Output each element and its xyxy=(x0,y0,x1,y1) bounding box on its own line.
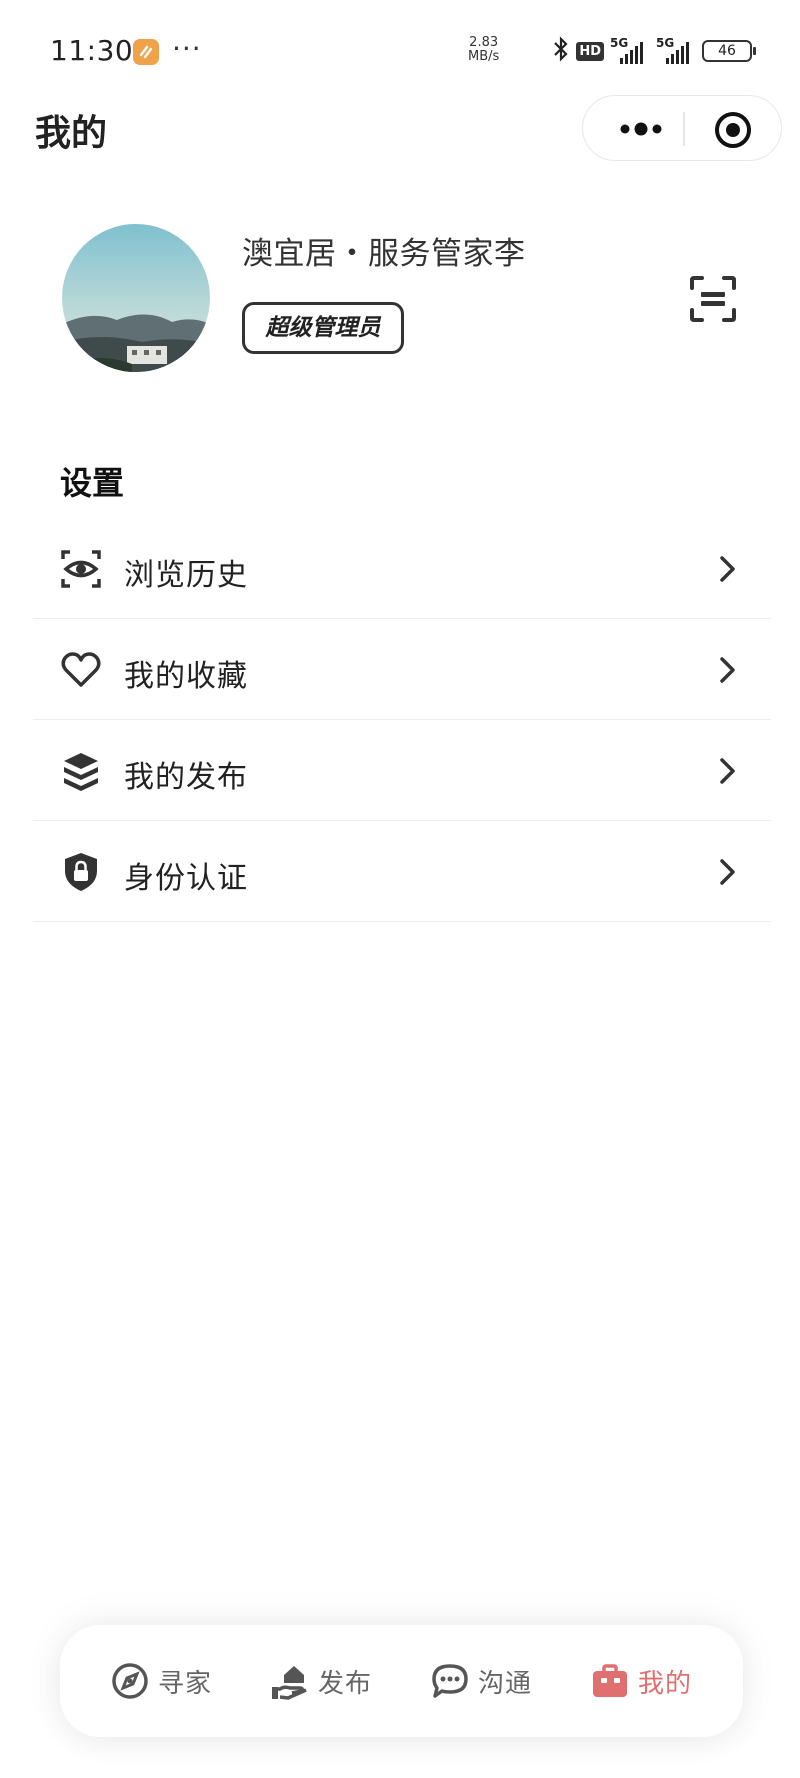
briefcase-icon xyxy=(590,1661,630,1701)
menu-item-label: 浏览历史 xyxy=(124,558,248,593)
chevron-right-icon xyxy=(717,755,739,787)
status-icons: HD 5G 5G 46 xyxy=(552,36,756,66)
tab-bar: 寻家 发布 沟通 我的 xyxy=(60,1625,743,1737)
network-speed-value: 2.83 xyxy=(469,35,499,50)
tab-publish[interactable]: 发布 xyxy=(270,1625,372,1737)
tab-find-home[interactable]: 寻家 xyxy=(110,1625,212,1737)
notification-app-icon xyxy=(133,39,159,65)
signal-1-icon: 5G xyxy=(610,36,650,64)
tab-label: 发布 xyxy=(318,1668,373,1699)
tab-label: 沟通 xyxy=(478,1668,533,1699)
chevron-right-icon xyxy=(717,856,739,888)
profile-name: 澳宜居・服务管家李 xyxy=(242,236,526,272)
menu-item-browse-history[interactable]: 浏览历史 xyxy=(33,518,771,619)
hd-voice-badge: HD xyxy=(576,41,604,61)
menu-item-identity-verification[interactable]: 身份认证 xyxy=(33,821,771,922)
avatar[interactable] xyxy=(62,224,210,372)
bluetooth-icon xyxy=(552,36,570,66)
miniprogram-capsule xyxy=(582,95,782,161)
settings-section-title: 设置 xyxy=(60,464,125,502)
scan-icon[interactable] xyxy=(688,274,738,324)
hand-house-icon xyxy=(270,1661,310,1701)
eye-scan-icon xyxy=(60,548,102,590)
tab-mine[interactable]: 我的 xyxy=(590,1625,692,1737)
menu-item-favorites[interactable]: 我的收藏 xyxy=(33,619,771,720)
tab-label: 我的 xyxy=(638,1668,693,1699)
status-bar: 11:30 ··· 2.83 MB/s HD 5G 5G 46 xyxy=(0,0,800,100)
heart-icon xyxy=(60,649,102,691)
more-menu-button[interactable] xyxy=(611,114,671,144)
signal-2-icon: 5G xyxy=(656,36,696,64)
battery-indicator: 46 xyxy=(702,40,756,62)
tab-chat[interactable]: 沟通 xyxy=(430,1625,532,1737)
close-miniprogram-button[interactable] xyxy=(713,110,753,150)
status-time: 11:30 xyxy=(50,34,134,67)
chat-bubble-icon xyxy=(430,1661,470,1701)
role-badge: 超级管理员 xyxy=(242,302,404,354)
menu-item-label: 我的发布 xyxy=(124,760,248,795)
layers-icon xyxy=(60,750,102,792)
network-speed-unit: MB/s xyxy=(468,49,500,64)
chevron-right-icon xyxy=(717,553,739,585)
menu-item-label: 我的收藏 xyxy=(124,659,248,694)
menu-item-label: 身份认证 xyxy=(124,861,248,896)
compass-icon xyxy=(110,1661,150,1701)
status-more-dots: ··· xyxy=(172,32,202,65)
chevron-right-icon xyxy=(717,654,739,686)
network-speed: 2.83 MB/s xyxy=(468,36,499,64)
capsule-divider xyxy=(683,112,685,146)
tab-label: 寻家 xyxy=(158,1668,213,1699)
shield-lock-icon xyxy=(60,851,102,893)
page-title: 我的 xyxy=(35,113,108,154)
menu-item-my-posts[interactable]: 我的发布 xyxy=(33,720,771,821)
